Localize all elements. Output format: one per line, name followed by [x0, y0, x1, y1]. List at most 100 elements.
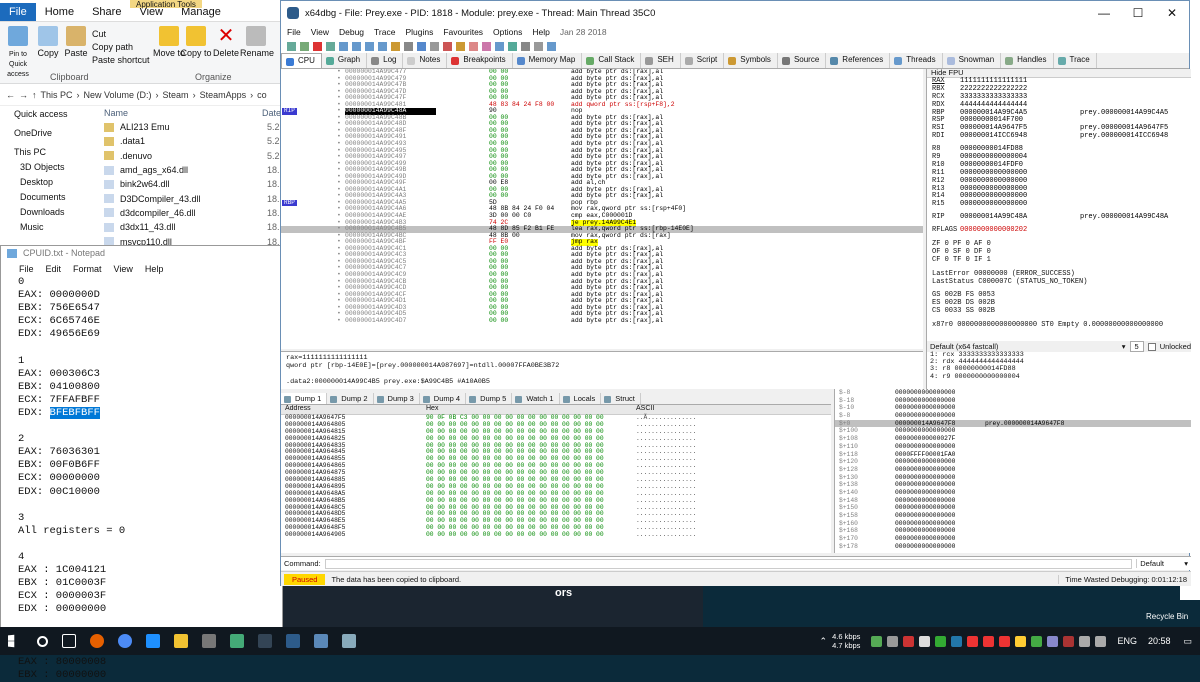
tray-app-icon[interactable]	[1063, 635, 1075, 647]
tray-app-icon[interactable]	[903, 635, 915, 647]
recycle-bin-label[interactable]: Recycle Bin	[1146, 612, 1188, 621]
tab-cpu[interactable]: CPU	[281, 53, 322, 68]
app-icon[interactable]	[202, 634, 216, 648]
up-arrow-icon[interactable]: ↑	[32, 90, 37, 100]
register-row[interactable]: R15 0000000000000000	[927, 200, 1191, 209]
command-input[interactable]	[324, 558, 1133, 569]
toolbar-button-icon[interactable]	[469, 41, 478, 51]
tab-graph[interactable]: Graph	[322, 53, 368, 68]
chrome-icon[interactable]	[118, 634, 132, 648]
toolbar-button-icon[interactable]	[404, 41, 413, 51]
register-row[interactable]: RDI 000000014ICC6948 prey.000000014ICC6948	[927, 132, 1191, 141]
tab-threads[interactable]: Threads	[890, 53, 943, 68]
pin-quick-access-button[interactable]: Pin to Quick access	[2, 22, 34, 78]
register-row[interactable]: RFLAGS 0000000000000202	[927, 226, 1191, 235]
toolbar-button-icon[interactable]	[391, 41, 400, 51]
menu-edit[interactable]: Edit	[46, 264, 62, 274]
nav-this-pc[interactable]: This PC	[0, 144, 100, 159]
file-row[interactable]: D3DCompiler_43.dll 18.1	[100, 191, 285, 205]
menu-debug[interactable]: Debug	[339, 27, 364, 37]
tab-memory-map[interactable]: Memory Map	[513, 53, 583, 68]
stack-row[interactable]: $-10 0000000000000000	[835, 404, 1191, 412]
nav-onedrive[interactable]: OneDrive	[0, 125, 100, 140]
notepad-text-area[interactable]: 0 EAX: 0000000D EBX: 756E6547 ECX: 6C657…	[1, 276, 282, 682]
language-indicator[interactable]: ENG	[1117, 636, 1137, 646]
tab-notes[interactable]: Notes	[403, 53, 448, 68]
tray-app-icon[interactable]	[983, 635, 995, 647]
tab-dump-4[interactable]: Dump 4	[420, 393, 467, 404]
toolbar-button-icon[interactable]	[430, 41, 439, 51]
register-row[interactable]: RIP 000000014A99C48A prey.000000014A99C48A	[927, 213, 1191, 222]
tray-app-icon[interactable]	[887, 635, 899, 647]
close-icon[interactable]: ✕	[1155, 1, 1189, 25]
stack-row[interactable]: $+158 0000000000000000	[835, 512, 1191, 520]
tab-home[interactable]: Home	[36, 3, 83, 21]
unlocked-checkbox[interactable]	[1147, 342, 1156, 351]
stack-row[interactable]: $+110 0000000000000000	[835, 443, 1191, 451]
toolbar-button-icon[interactable]	[417, 41, 426, 51]
copy-path-button[interactable]: Copy path	[92, 41, 150, 54]
toolbar-button-icon[interactable]	[534, 41, 543, 51]
tray-app-icon[interactable]	[1015, 635, 1027, 647]
nav-quick-access[interactable]: Quick access	[0, 106, 100, 121]
tab-locals[interactable]: Locals	[560, 393, 602, 404]
tray-app-icon[interactable]	[951, 635, 963, 647]
toolbar-button-icon[interactable]	[378, 41, 387, 51]
menu-favourites[interactable]: Favourites	[443, 27, 483, 37]
nav-desktop[interactable]: Desktop	[0, 174, 100, 189]
tab-file[interactable]: File	[0, 3, 36, 21]
toolbar-button-icon[interactable]	[495, 41, 504, 51]
toolbar-button-icon[interactable]	[326, 41, 335, 51]
file-row[interactable]: .data1 5.2.	[100, 134, 285, 148]
stack-row[interactable]: $-18 0000000000000000	[835, 397, 1191, 405]
x64dbg-taskbar-icon[interactable]	[314, 634, 328, 648]
menu-options[interactable]: Options	[493, 27, 522, 37]
paste-shortcut-button[interactable]: Paste shortcut	[92, 54, 150, 67]
disassembly-view[interactable]: • 000000014A99C477 00 00 add byte ptr ds:[r…	[281, 69, 923, 349]
tray-app-icon[interactable]	[967, 635, 979, 647]
tab-share[interactable]: Share	[83, 3, 130, 21]
menu-help[interactable]: Help	[145, 264, 164, 274]
search-icon[interactable]	[37, 635, 48, 647]
stack-row[interactable]: $+178 0000000000000000	[835, 543, 1191, 551]
menu-trace[interactable]: Trace	[374, 27, 395, 37]
breadcrumb-2[interactable]: Steam	[163, 90, 189, 100]
paste-button[interactable]: Paste	[60, 22, 92, 58]
stack-row[interactable]: $-8 0000000000000000	[835, 412, 1191, 420]
windows-start-icon[interactable]	[8, 634, 15, 648]
tab-log[interactable]: Log	[367, 53, 404, 68]
nav-3d-objects[interactable]: 3D Objects	[0, 159, 100, 174]
dump-col-address[interactable]: Address	[281, 405, 426, 414]
stack-row[interactable]: $+140 0000000000000000	[835, 489, 1191, 497]
stack-row[interactable]: $-8 0000000000000000	[835, 389, 1191, 397]
maximize-icon[interactable]: ☐	[1121, 1, 1155, 25]
file-explorer-icon[interactable]	[174, 634, 188, 648]
toolbar-button-icon[interactable]	[456, 41, 465, 51]
tab-struct[interactable]: Struct	[601, 393, 641, 404]
arg-count-spinner[interactable]: 5	[1129, 341, 1144, 352]
stack-row[interactable]: $+120 0000000000000000	[835, 458, 1191, 466]
toolbar-button-icon[interactable]	[300, 41, 309, 51]
nav-music[interactable]: Music	[0, 219, 100, 234]
menu-file[interactable]: File	[19, 264, 34, 274]
notifications-icon[interactable]: ▭	[1183, 636, 1192, 647]
tab-call-stack[interactable]: Call Stack	[582, 53, 642, 68]
copy-to-button[interactable]: Copy to	[180, 22, 212, 58]
stack-row[interactable]: $+170 0000000000000000	[835, 535, 1191, 543]
cut-button[interactable]: Cut	[92, 28, 150, 41]
toolbar-button-icon[interactable]	[352, 41, 361, 51]
toolbar-button-icon[interactable]	[365, 41, 374, 51]
app-icon[interactable]	[230, 634, 244, 648]
rename-button[interactable]: Rename	[240, 22, 274, 58]
stack-row[interactable]: $+118 0000FFFF00001FA0	[835, 451, 1191, 459]
nav-downloads[interactable]: Downloads	[0, 204, 100, 219]
tab-dump-1[interactable]: Dump 1	[281, 393, 328, 404]
delete-button[interactable]: ✕ Delete	[210, 22, 242, 58]
chevron-down-icon[interactable]: ▾	[1122, 342, 1126, 351]
column-date[interactable]: Date	[262, 108, 281, 118]
file-row[interactable]: d3dcompiler_46.dll 18.1	[100, 206, 285, 220]
volume-icon[interactable]	[1095, 635, 1107, 647]
tab-breakpoints[interactable]: Breakpoints	[447, 53, 513, 68]
tray-app-icon[interactable]	[1047, 635, 1059, 647]
firefox-icon[interactable]	[90, 634, 104, 648]
